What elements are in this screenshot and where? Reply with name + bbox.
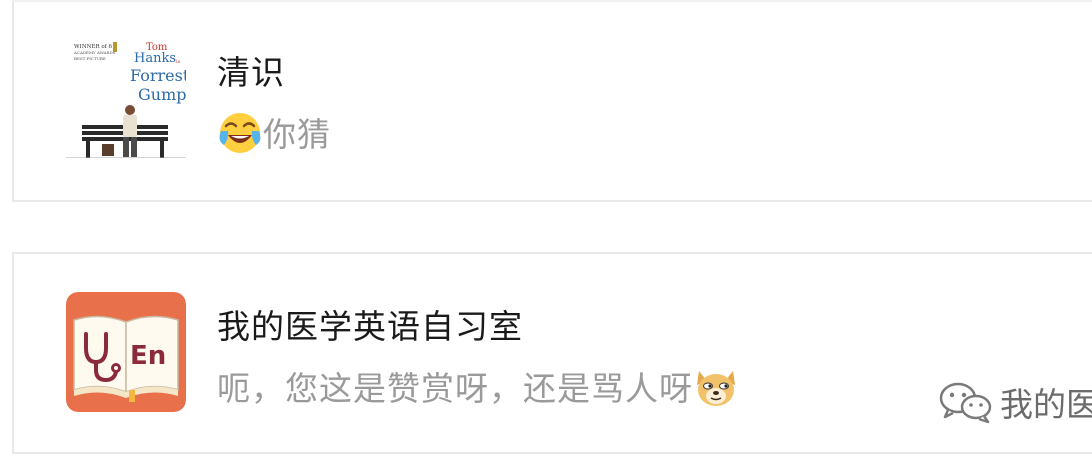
poster-title-2: Gump [138,85,186,104]
poster-award-text: BEST PICTURE [74,56,106,61]
commenter-name[interactable]: 清识 [217,46,285,94]
comment-message: 你猜 [263,115,331,154]
forrest-gump-poster-icon: WINNER of 6 ACADEMY AWARDS BEST PICTURE … [66,38,186,158]
avatar[interactable]: En [66,292,186,412]
medical-english-book-icon: En [66,292,186,412]
watermark-text: 我的医 [1000,385,1092,424]
comment-message: 呃，您这是赞赏呀，还是骂人呀 [217,369,693,408]
poster-title-1: Forrest [130,66,186,85]
doge-emoji-icon [697,371,735,406]
avatar[interactable]: WINNER of 6 ACADEMY AWARDS BEST PICTURE … [66,38,186,158]
poster-actor-last: Hanks [134,51,176,66]
book-label: En [130,341,166,371]
tears-of-joy-emoji-icon [219,113,261,153]
comment-text: 呃，您这是赞赏呀，还是骂人呀 [217,362,739,410]
wechat-icon [939,382,992,424]
commenter-name[interactable]: 我的医学英语自习室 [217,300,523,348]
poster-is: is [176,59,181,65]
comment-text: 你猜 [217,108,331,156]
watermark: 我的医 [936,378,1092,426]
poster-award-text: ACADEMY AWARDS [73,50,116,55]
comment-card: WINNER of 6 ACADEMY AWARDS BEST PICTURE … [12,0,1092,202]
comment-card: En 我的医学英语自习室 呃，您这是赞赏呀，还是骂人呀 [12,252,1092,454]
